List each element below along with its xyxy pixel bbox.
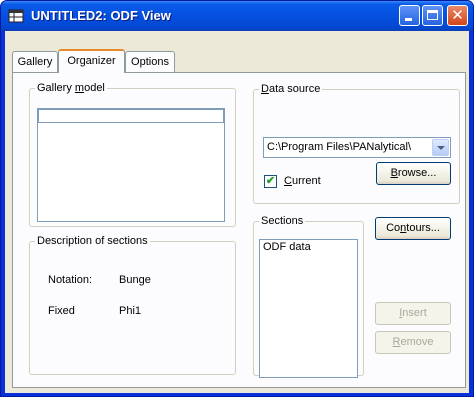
current-label[interactable]: Current	[284, 175, 321, 187]
gallery-model-list[interactable]	[37, 108, 225, 222]
data-source-combo[interactable]: C:\Program Files\PANalytical\	[263, 137, 451, 158]
fixed-value: Phi1	[119, 305, 142, 317]
close-icon: ✕	[451, 6, 464, 24]
gallery-model-legend: Gallery model	[37, 82, 105, 94]
current-checkbox[interactable]: ✔	[264, 175, 277, 188]
insert-button[interactable]: Insert	[375, 302, 451, 325]
minimize-icon	[405, 18, 412, 21]
sections-list-item[interactable]: ODF data	[263, 241, 311, 253]
dialog-client-area: Gallery Organizer Options Gallery model …	[5, 31, 469, 393]
close-button[interactable]: ✕	[447, 5, 468, 26]
window-title: UNTITLED2: ODF View	[31, 8, 171, 23]
gallery-model-header-item[interactable]	[38, 109, 224, 123]
table-icon	[8, 9, 24, 23]
contours-button[interactable]: Contours...	[375, 217, 451, 240]
remove-button[interactable]: Remove	[375, 331, 451, 354]
sections-group: Sections ODF data	[253, 215, 364, 378]
title-bar[interactable]: UNTITLED2: ODF View ✕	[1, 1, 473, 31]
data-source-legend: Data source	[261, 83, 321, 95]
sections-legend: Sections	[261, 215, 304, 227]
browse-button[interactable]: Browse...	[376, 162, 451, 185]
tab-options[interactable]: Options	[125, 51, 175, 72]
data-source-path: C:\Program Files\PANalytical\	[267, 141, 412, 153]
sections-list[interactable]: ODF data	[259, 239, 358, 378]
gallery-model-group: Gallery model	[29, 82, 236, 227]
description-legend: Description of sections	[37, 235, 148, 247]
chevron-down-icon[interactable]	[432, 139, 449, 156]
minimize-button[interactable]	[399, 5, 420, 26]
fixed-label: Fixed	[48, 305, 75, 317]
notation-label: Notation:	[48, 274, 93, 286]
notation-value: Bunge	[119, 274, 151, 286]
maximize-icon	[427, 10, 438, 20]
odf-view-window: UNTITLED2: ODF View ✕ Gallery Organizer …	[0, 0, 474, 397]
maximize-button[interactable]	[422, 5, 443, 26]
tab-gallery[interactable]: Gallery	[12, 51, 58, 72]
tab-organizer[interactable]: Organizer	[58, 49, 125, 73]
